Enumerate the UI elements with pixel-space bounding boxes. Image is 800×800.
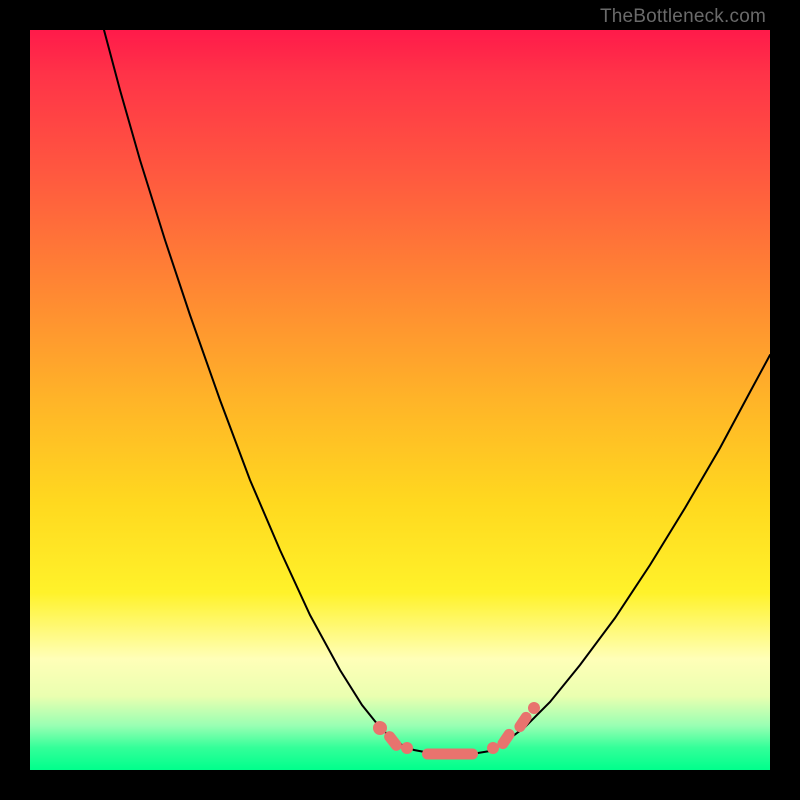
marker-dot xyxy=(487,742,499,754)
curve-right xyxy=(490,355,770,751)
chart-frame: TheBottleneck.com xyxy=(0,0,800,800)
marker-dot xyxy=(373,721,387,735)
watermark-text: TheBottleneck.com xyxy=(600,6,766,28)
markers-group xyxy=(373,702,540,760)
marker-dot xyxy=(401,742,413,754)
curve-left xyxy=(104,30,414,750)
plot-area xyxy=(30,30,770,770)
marker-dot xyxy=(528,702,540,714)
marker-pill xyxy=(422,749,478,760)
curve-svg xyxy=(30,30,770,770)
